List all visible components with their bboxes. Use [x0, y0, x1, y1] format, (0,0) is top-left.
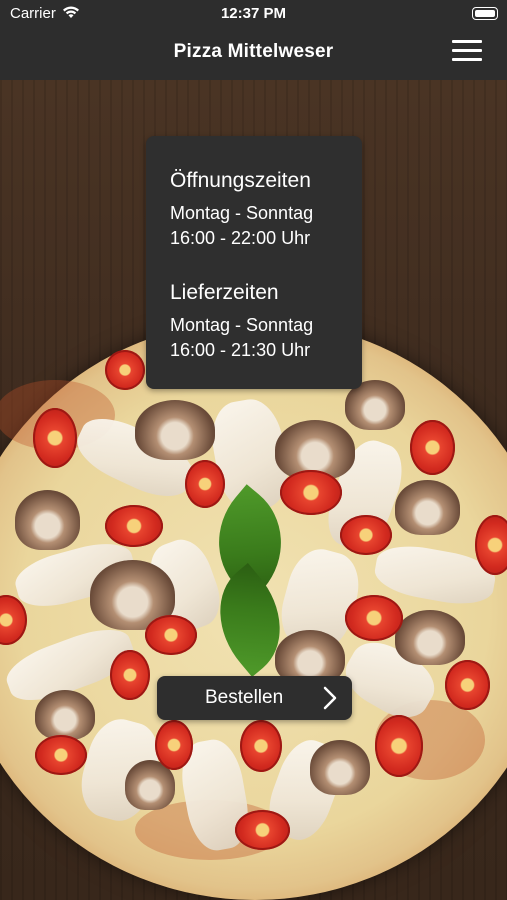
pizza-image [0, 320, 507, 900]
battery-icon [472, 7, 498, 20]
opening-hours-card: Öffnungszeiten Montag - Sonntag 16:00 - … [146, 136, 362, 389]
opening-time: 16:00 - 22:00 Uhr [170, 228, 311, 248]
opening-days: Montag - Sonntag [170, 203, 314, 223]
page-title: Pizza Mittelweser [173, 41, 334, 62]
delivery-time: 16:00 - 21:30 Uhr [170, 340, 311, 360]
status-bar: Carrier 12:37 PM [0, 0, 507, 28]
order-button[interactable]: Bestellen [157, 676, 352, 720]
opening-hours-heading: Öffnungszeiten [170, 169, 311, 192]
chevron-right-icon [323, 686, 337, 710]
delivery-hours-heading: Lieferzeiten [170, 281, 279, 304]
delivery-days: Montag - Sonntag [170, 315, 314, 335]
order-button-label: Bestellen [205, 687, 284, 708]
hamburger-menu-icon[interactable] [452, 40, 482, 64]
navigation-bar: Pizza Mittelweser [0, 28, 507, 80]
clock: 12:37 PM [220, 5, 287, 22]
